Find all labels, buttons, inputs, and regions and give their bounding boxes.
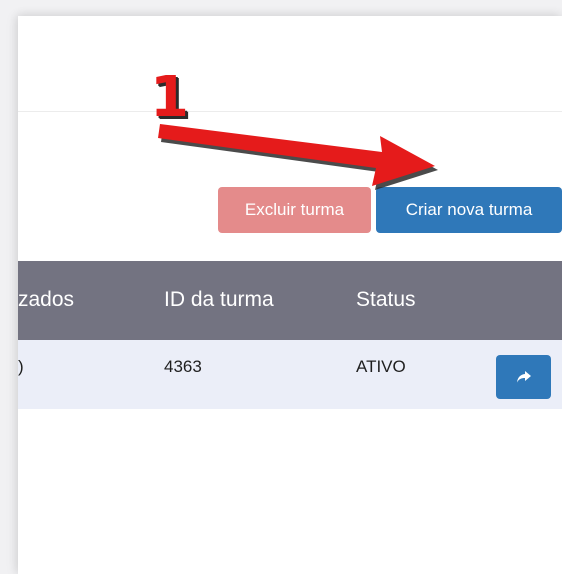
column-header-status[interactable]: Status	[356, 288, 416, 312]
table-row: ) 4363 ATIVO	[18, 340, 562, 409]
row-open-button[interactable]	[496, 355, 551, 399]
share-arrow-icon	[516, 371, 531, 383]
delete-class-button[interactable]: Excluir turma	[218, 187, 371, 233]
column-header-class-id[interactable]: ID da turma	[164, 288, 274, 312]
annotation-step-number: 1	[150, 65, 189, 130]
column-header-partial[interactable]: zados	[18, 288, 74, 312]
class-id-cell: 4363	[164, 357, 202, 376]
create-class-button[interactable]: Criar nova turma	[376, 187, 562, 233]
table-header: zados ID da turma Status	[18, 261, 562, 340]
content-card: Excluir turma Criar nova turma zados ID …	[18, 16, 562, 574]
status-cell: ATIVO	[356, 357, 406, 376]
row-partial-cell: )	[18, 357, 24, 376]
card-header	[18, 16, 562, 112]
